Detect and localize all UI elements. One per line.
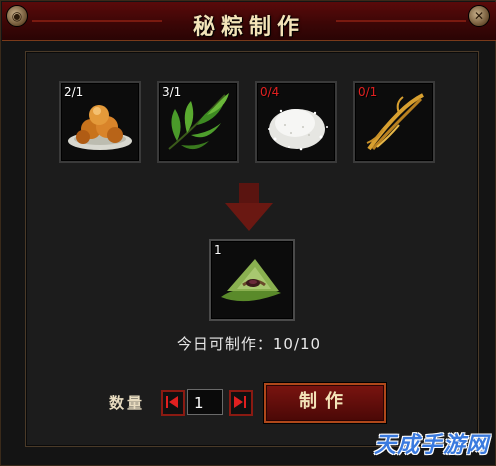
- ingredient-slot-2[interactable]: 3/1: [157, 81, 239, 163]
- ingredient-slot-1[interactable]: 2/1: [59, 81, 141, 163]
- watermark-logo: 天成手游网: [373, 433, 489, 458]
- craftable-today-text: 今日可制作：10/10: [176, 335, 322, 353]
- skip-last-icon: [234, 396, 246, 408]
- rice-pile-icon: [268, 109, 328, 151]
- ingredient-slot-3[interactable]: 0/4: [255, 81, 337, 163]
- crafting-window: ◉ 秘粽制作 ✕ 2/1 3/1 0/4 0/1 1 今日可制作：10/10 数…: [0, 0, 496, 466]
- title-ornament-right: [336, 20, 466, 36]
- quantity-input[interactable]: 1: [187, 389, 223, 415]
- quantity-label: 数量: [109, 394, 146, 412]
- close-icon[interactable]: ✕: [468, 5, 490, 27]
- arrow-down-icon: [225, 183, 273, 231]
- ingredient-slot-4[interactable]: 0/1: [353, 81, 435, 163]
- bamboo-leaf-icon: [168, 93, 229, 150]
- result-slot[interactable]: 1: [209, 239, 295, 321]
- grass-rope-icon: [366, 93, 424, 151]
- make-button[interactable]: 制作: [264, 383, 386, 423]
- quantity-max-button[interactable]: [229, 390, 253, 416]
- zongzi-icon: [221, 259, 281, 302]
- quantity-min-button[interactable]: [161, 390, 185, 416]
- fried-dough-icon: [68, 105, 132, 150]
- title-bar: ◉ 秘粽制作 ✕: [2, 2, 496, 41]
- skip-first-icon: [166, 396, 178, 408]
